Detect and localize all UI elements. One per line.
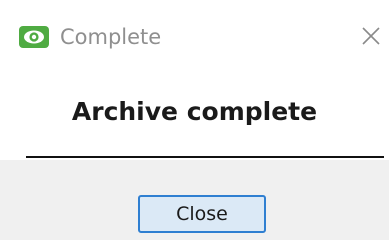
window-title: Complete [60, 25, 162, 49]
close-icon[interactable] [361, 26, 381, 46]
title-bar: Complete [0, 0, 389, 80]
dialog-window: Complete Archive complete Close [0, 0, 389, 240]
divider [26, 156, 384, 158]
eye-logo-icon [19, 26, 49, 48]
close-button[interactable]: Close [138, 195, 266, 233]
dialog-content: Archive complete [0, 80, 389, 160]
completion-message: Archive complete [71, 97, 318, 126]
